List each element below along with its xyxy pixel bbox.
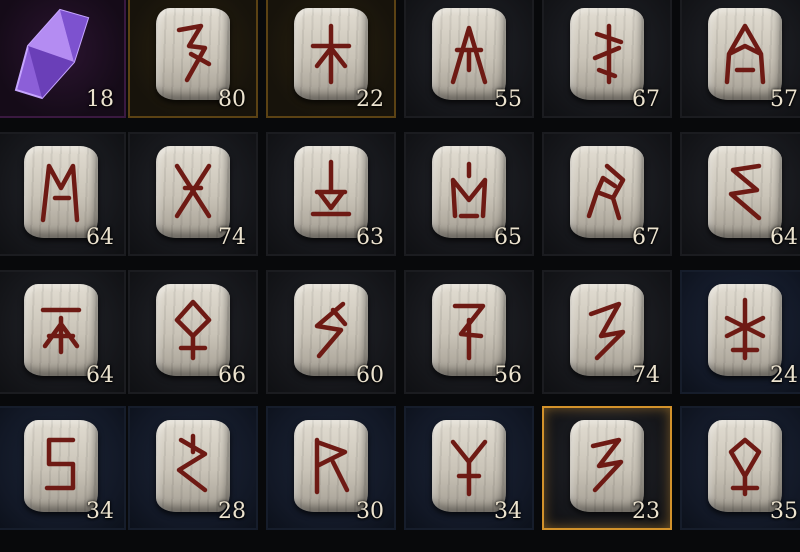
inventory-slot[interactable]: 24 [680, 270, 800, 394]
inventory-slot[interactable]: 55 [404, 0, 534, 118]
inventory-slot[interactable]: 35 [680, 406, 800, 530]
rune-carving-icon [450, 439, 488, 497]
rune-carving-icon [310, 23, 352, 85]
rune-carving-icon [450, 25, 488, 85]
item-count: 23 [632, 499, 660, 524]
rune-carving-icon [176, 433, 208, 493]
inventory-slot[interactable]: 67 [542, 132, 672, 256]
inventory-slot[interactable]: 18 [0, 0, 126, 118]
inventory-slot[interactable]: 63 [266, 132, 396, 256]
inventory-slot[interactable]: 28 [128, 406, 258, 530]
inventory-slot[interactable]: 30 [266, 406, 396, 530]
rune-carving-icon [724, 297, 766, 361]
inventory-grid: 18 80 22 55 67 57 64 74 63 65 67 64 64 66 60 56 74 24 34 28… [0, 0, 800, 552]
rune-carving-icon [724, 23, 766, 85]
inventory-slot[interactable]: 67 [542, 0, 672, 118]
item-count: 30 [356, 499, 384, 524]
rune-carving-icon [450, 161, 488, 219]
rune-carving-icon [592, 23, 624, 85]
inventory-slot[interactable]: 74 [128, 132, 258, 256]
rune-carving-icon [174, 163, 212, 219]
item-count: 22 [356, 87, 384, 112]
item-count: 63 [356, 225, 384, 250]
rune-carving-icon [586, 163, 626, 221]
item-count: 24 [770, 363, 798, 388]
rune-carving-icon [310, 159, 352, 217]
inventory-slot[interactable]: 64 [680, 132, 800, 256]
item-count: 66 [218, 363, 246, 388]
item-count: 18 [86, 87, 114, 112]
item-count: 34 [494, 499, 522, 524]
rune-carving-icon [176, 23, 212, 83]
inventory-slot[interactable]: 34 [0, 406, 126, 530]
rune-carving-icon [174, 299, 212, 361]
inventory-slot[interactable]: 74 [542, 270, 672, 394]
rune-carving-icon [44, 437, 76, 491]
inventory-slot[interactable]: 80 [128, 0, 258, 118]
rune-carving-icon [40, 163, 80, 223]
item-count: 28 [218, 499, 246, 524]
item-count: 80 [218, 87, 246, 112]
item-count: 56 [494, 363, 522, 388]
rune-carving-icon [588, 301, 626, 361]
rune-carving-icon [314, 437, 350, 495]
rune-carving-icon [728, 437, 762, 497]
item-count: 34 [86, 499, 114, 524]
inventory-slot[interactable]: 65 [404, 132, 534, 256]
rune-carving-icon [314, 301, 348, 359]
item-count: 64 [86, 363, 114, 388]
rune-carving-icon [728, 163, 762, 221]
inventory-slot[interactable]: 34 [404, 406, 534, 530]
item-count: 55 [494, 87, 522, 112]
item-count: 74 [632, 363, 660, 388]
rune-carving-icon [452, 303, 486, 361]
amethyst-crystal-icon [14, 8, 90, 100]
item-count: 64 [86, 225, 114, 250]
item-count: 64 [770, 225, 798, 250]
inventory-slot[interactable]: 23 [542, 406, 672, 530]
item-count: 35 [770, 499, 798, 524]
inventory-slot[interactable]: 22 [266, 0, 396, 118]
rune-carving-icon [590, 437, 624, 493]
item-count: 67 [632, 87, 660, 112]
inventory-slot[interactable]: 56 [404, 270, 534, 394]
item-count: 65 [494, 225, 522, 250]
inventory-slot[interactable]: 66 [128, 270, 258, 394]
inventory-slot[interactable]: 64 [0, 270, 126, 394]
item-count: 67 [632, 225, 660, 250]
item-count: 74 [218, 225, 246, 250]
item-count: 57 [770, 87, 798, 112]
inventory-slot[interactable]: 57 [680, 0, 800, 118]
inventory-slot[interactable]: 60 [266, 270, 396, 394]
rune-carving-icon [40, 307, 82, 355]
inventory-slot[interactable]: 64 [0, 132, 126, 256]
item-count: 60 [356, 363, 384, 388]
